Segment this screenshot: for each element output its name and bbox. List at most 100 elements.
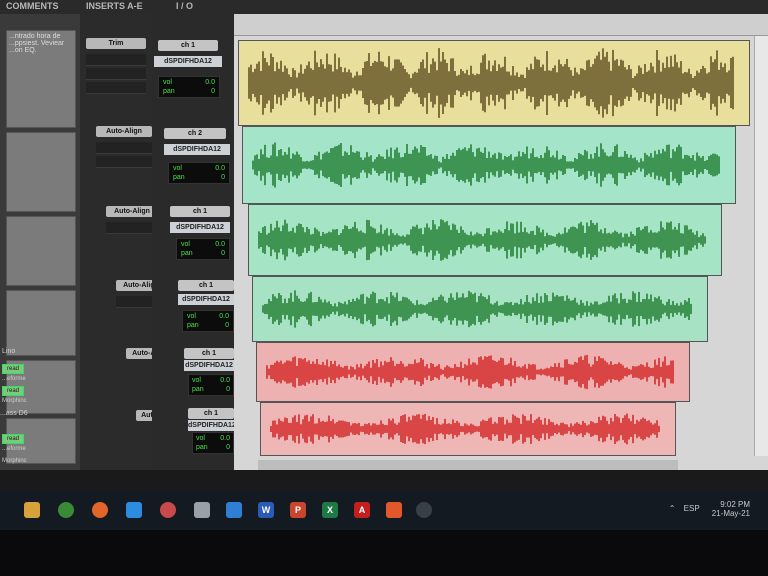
wifi-icon[interactable]: ⌃ <box>669 504 676 513</box>
comment-box-2[interactable] <box>6 132 76 212</box>
date-text: 21-May-21 <box>711 509 750 518</box>
pan-value: 0 <box>221 174 225 181</box>
comment-text: ...ntrado hora de ...ppsiest. Veviear ..… <box>9 33 65 54</box>
file-explorer-icon[interactable] <box>24 502 40 518</box>
vertical-scrollbar[interactable] <box>754 36 768 456</box>
horizontal-scrollbar[interactable] <box>258 460 678 470</box>
app-icon[interactable] <box>194 502 210 518</box>
vol-pan-readout-track-4[interactable]: vol 0.0 pan 0 <box>182 310 234 332</box>
waveform <box>258 219 706 261</box>
left-label-lino: Lino <box>2 348 16 355</box>
protools-icon[interactable] <box>416 502 432 518</box>
left-small-3: ...eforme <box>2 446 26 452</box>
inserts-header: INSERTS A-E <box>86 1 143 11</box>
comments-column: ...ntrado hora de ...ppsiest. Veviear ..… <box>0 14 80 470</box>
left-read-button-1[interactable]: read <box>2 364 24 374</box>
vol-pan-readout-track-5[interactable]: vol 0.0 pan 0 <box>188 374 234 396</box>
monitor-bezel <box>0 530 768 576</box>
time-text: 9:02 PM <box>720 500 750 509</box>
pan-label: pan <box>187 322 199 329</box>
timeline-area[interactable] <box>234 14 768 470</box>
brave-icon[interactable] <box>386 502 402 518</box>
output-selector-track-6[interactable]: dSPDIFHDA12 <box>188 420 236 431</box>
input-selector-track-6[interactable]: ch 1 <box>188 408 234 419</box>
excel-icon[interactable]: X <box>322 502 338 518</box>
vol-label: vol <box>187 313 196 320</box>
vol-value: 0.0 <box>220 435 230 442</box>
input-selector-track-3[interactable]: ch 1 <box>170 206 230 217</box>
word-icon[interactable]: W <box>258 502 274 518</box>
acrobat-icon[interactable]: A <box>354 502 370 518</box>
output-selector-track-2[interactable]: dSPDIFHDA12 <box>164 144 230 155</box>
windows-taskbar: W P X A ⌃ ESP 9:02 PM 21-May-21 <box>0 490 768 530</box>
input-selector-track-2[interactable]: ch 2 <box>164 128 226 139</box>
pan-value: 0 <box>226 444 230 451</box>
io-header: I / O <box>176 1 194 11</box>
pan-value: 0 <box>226 386 230 393</box>
vol-value: 0.0 <box>219 313 229 320</box>
comment-box-1[interactable]: ...ntrado hora de ...ppsiest. Veviear ..… <box>6 30 76 128</box>
pan-label: pan <box>173 174 185 181</box>
output-selector-track-1[interactable]: dSPDIFHDA12 <box>154 56 222 67</box>
insert-slot[interactable] <box>96 142 152 154</box>
left-label-bass: ...ass D6 <box>0 410 28 417</box>
inserts-column: Trim Auto-Align Auto-Align Auto-Align Au… <box>80 14 182 470</box>
output-selector-track-4[interactable]: dSPDIFHDA12 <box>178 294 234 305</box>
output-selector-track-3[interactable]: dSPDIFHDA12 <box>170 222 230 233</box>
clock[interactable]: 9:02 PM 21-May-21 <box>712 500 750 518</box>
insert-slot[interactable] <box>106 222 158 234</box>
audio-clip-track-5[interactable] <box>256 342 690 402</box>
audio-clip-track-2[interactable] <box>242 126 736 204</box>
chrome-alt-icon[interactable] <box>160 502 176 518</box>
vol-label: vol <box>163 79 172 86</box>
insert-slot[interactable] <box>86 82 146 94</box>
vol-pan-readout-track-1[interactable]: vol 0.0 pan 0 <box>158 76 220 98</box>
insert-button-track-1[interactable]: Trim <box>86 38 146 49</box>
firefox-icon[interactable] <box>92 502 108 518</box>
timeline-ruler[interactable] <box>234 14 768 36</box>
waveform <box>252 142 720 188</box>
insert-slot[interactable] <box>96 156 152 168</box>
pan-label: pan <box>192 386 204 393</box>
input-selector-track-5[interactable]: ch 1 <box>184 348 234 359</box>
left-small-4: Morphinc <box>2 458 27 464</box>
insert-button-track-2[interactable]: Auto-Align <box>96 126 152 137</box>
language-indicator[interactable]: ESP <box>684 504 700 513</box>
store-icon[interactable] <box>226 502 242 518</box>
vol-pan-readout-track-6[interactable]: vol 0.0 pan 0 <box>192 432 234 454</box>
comment-box-4[interactable] <box>6 290 76 356</box>
vol-value: 0.0 <box>215 241 225 248</box>
vol-value: 0.0 <box>205 79 215 86</box>
vol-value: 0.0 <box>220 377 230 384</box>
output-selector-track-5[interactable]: dSPDIFHDA12 <box>184 360 234 371</box>
insert-slot[interactable] <box>86 68 146 80</box>
pan-value: 0 <box>221 250 225 257</box>
column-header: COMMENTS INSERTS A-E I / O <box>0 0 768 14</box>
input-selector-track-1[interactable]: ch 1 <box>158 40 218 51</box>
left-read-button-2[interactable]: read <box>2 386 24 396</box>
vol-pan-readout-track-2[interactable]: vol 0.0 pan 0 <box>168 162 230 184</box>
input-selector-track-4[interactable]: ch 1 <box>178 280 234 291</box>
pan-label: pan <box>163 88 175 95</box>
powerpoint-icon[interactable]: P <box>290 502 306 518</box>
chrome-icon[interactable] <box>58 502 74 518</box>
zoom-icon[interactable] <box>126 502 142 518</box>
waveform <box>248 48 734 118</box>
comments-header: COMMENTS <box>6 1 59 11</box>
audio-clip-track-4[interactable] <box>252 276 708 342</box>
insert-slot[interactable] <box>86 54 146 66</box>
vol-label: vol <box>196 435 205 442</box>
vol-label: vol <box>173 165 182 172</box>
pan-value: 0 <box>225 322 229 329</box>
waveform <box>270 413 660 445</box>
vol-pan-readout-track-3[interactable]: vol 0.0 pan 0 <box>176 238 230 260</box>
audio-clip-track-1[interactable] <box>238 40 750 126</box>
insert-button-track-3[interactable]: Auto-Align <box>106 206 158 217</box>
audio-clip-track-3[interactable] <box>248 204 722 276</box>
left-read-button-3[interactable]: read <box>2 434 24 444</box>
vol-label: vol <box>181 241 190 248</box>
audio-clip-track-6[interactable] <box>260 402 676 456</box>
daw-screen: COMMENTS INSERTS A-E I / O ...ntrado hor… <box>0 0 768 490</box>
comment-box-3[interactable] <box>6 216 76 286</box>
pan-label: pan <box>181 250 193 257</box>
